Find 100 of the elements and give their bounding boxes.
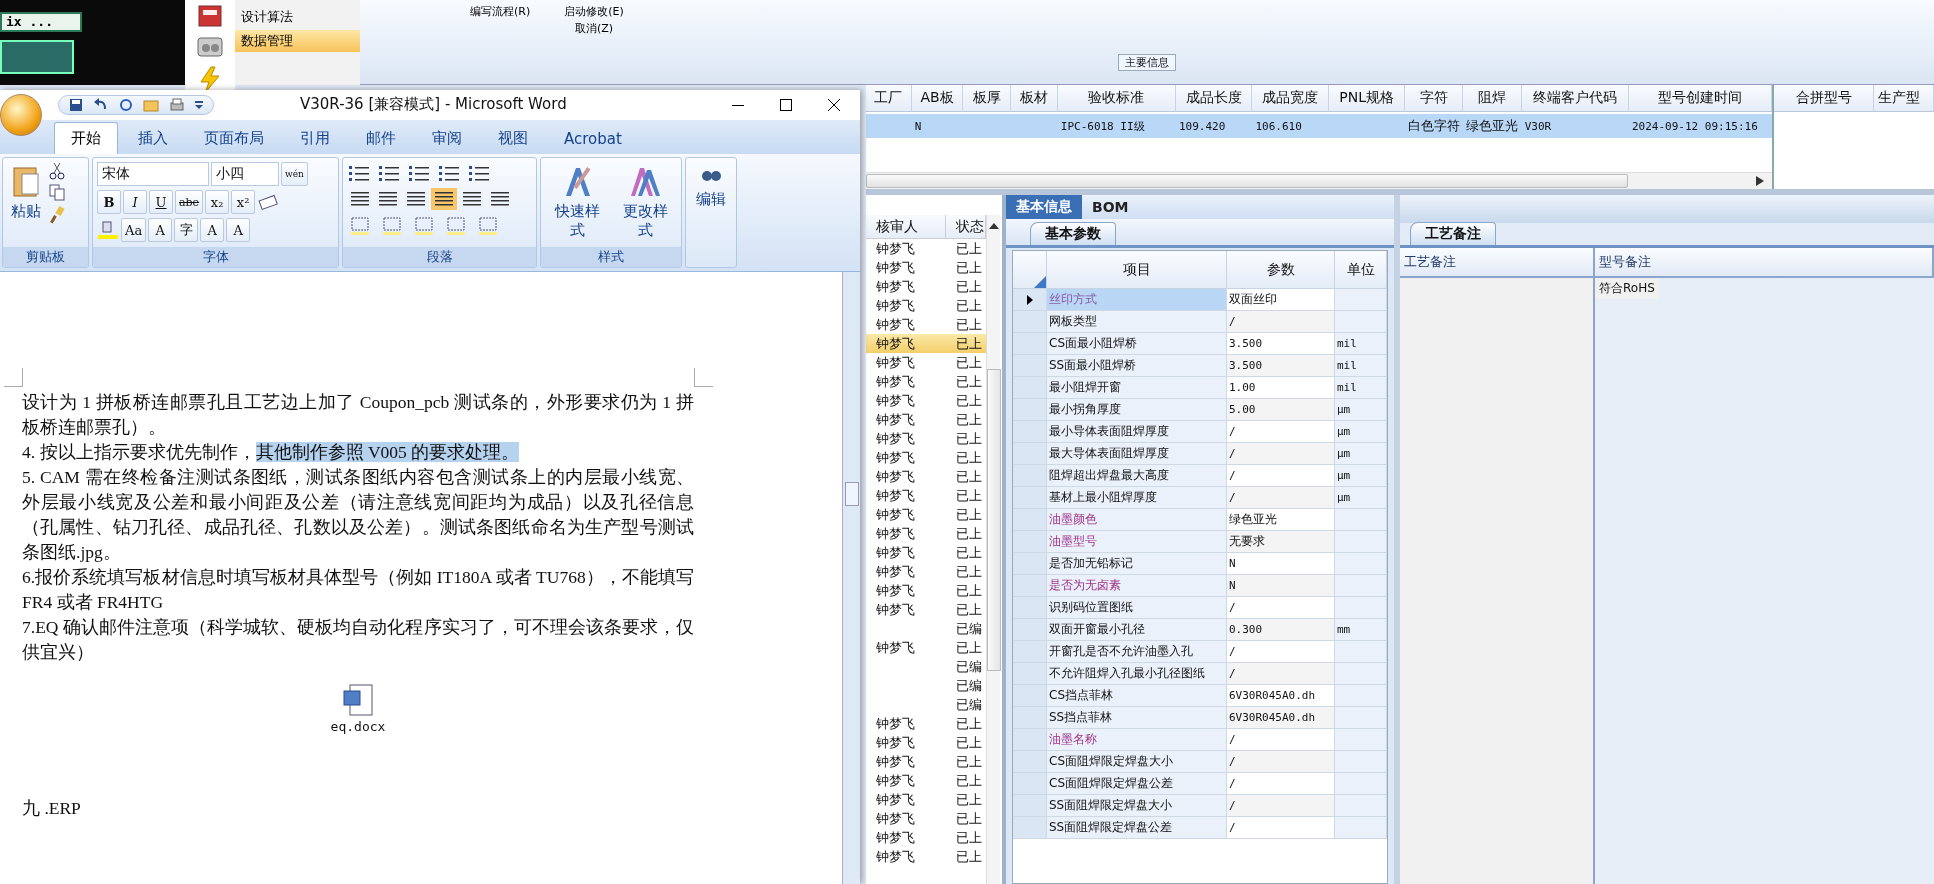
format-button[interactable]: x² [231, 190, 256, 214]
save-icon[interactable] [69, 98, 83, 112]
phonetic-button[interactable]: wén [281, 162, 308, 186]
justify-icon[interactable] [431, 188, 457, 210]
tab[interactable]: 基本参数 [1030, 222, 1116, 245]
group-label: 样式 [541, 247, 681, 267]
column-header[interactable]: 生产型 [1874, 85, 1934, 112]
close-icon[interactable] [828, 99, 840, 111]
parameter-value[interactable]: / [1227, 443, 1335, 465]
parameter-value[interactable]: 5.00 [1227, 399, 1335, 421]
parameter-value[interactable]: / [1227, 751, 1335, 773]
parameter-name: 最小拐角厚度 [1047, 399, 1227, 421]
column-header[interactable]: 字符 [1405, 85, 1464, 112]
scrollbar-thumb[interactable] [986, 369, 1001, 671]
brush-icon[interactable] [49, 206, 65, 224]
copy-icon[interactable] [49, 184, 65, 202]
column-header[interactable]: 板厚 [963, 85, 1012, 112]
font-name-field[interactable]: 宋体 [97, 162, 209, 186]
table-cell: 已上 [956, 277, 982, 296]
row-header[interactable] [1013, 289, 1047, 311]
column-header[interactable]: 成品宽度 [1252, 85, 1329, 112]
parameter-name: SS挡点菲林 [1047, 707, 1227, 729]
tab[interactable]: BOM [1082, 195, 1139, 219]
parameter-value[interactable]: 0.300 [1227, 619, 1335, 641]
format-button[interactable]: A [200, 218, 225, 242]
format-button[interactable]: U [149, 190, 173, 214]
folder-icon[interactable] [143, 98, 159, 112]
note-cell[interactable] [1400, 278, 1595, 884]
toolbar-button[interactable]: 取消(Z) [564, 21, 624, 36]
document-icon[interactable] [342, 683, 374, 717]
maximize-icon[interactable] [780, 99, 792, 111]
column-header[interactable]: 参数 [1227, 251, 1335, 289]
column-header[interactable]: 工厂 [866, 85, 912, 112]
ribbon-tab[interactable]: 开始 [54, 122, 118, 154]
parameter-name: 识别码位置图纸 [1047, 597, 1227, 619]
column-header[interactable]: 核审人 [866, 215, 946, 238]
column-header[interactable]: AB板 [911, 85, 964, 112]
column-header[interactable]: 验收标准 [1057, 85, 1176, 112]
change-style-button[interactable]: 更改样式 [613, 162, 677, 243]
scroll-right-icon[interactable] [1756, 176, 1764, 186]
unit-cell [1335, 311, 1387, 333]
undo-icon[interactable] [93, 98, 109, 112]
tab[interactable]: 基本信息 [1006, 195, 1082, 219]
parameter-value[interactable]: N [1227, 575, 1335, 597]
parameter-name: 最大导体表面阻焊厚度 [1047, 443, 1227, 465]
parameter-value[interactable]: 6V30R045A0.dh [1227, 707, 1335, 729]
table-cell: 钟梦飞 [876, 714, 915, 733]
format-button[interactable]: A [226, 218, 251, 242]
dropdown-icon[interactable] [195, 101, 203, 109]
parameter-value[interactable]: / [1227, 487, 1335, 509]
table-cell: 钟梦飞 [876, 448, 915, 467]
parameter-name: SS面阻焊限定焊盘公差 [1047, 817, 1227, 839]
format-button[interactable]: I [123, 190, 147, 214]
format-button[interactable]: abe [175, 190, 204, 214]
ribbon-tab[interactable]: Acrobat [548, 124, 638, 154]
nav-item[interactable]: 数据管理 [235, 30, 360, 52]
scrollbar-thumb[interactable] [844, 482, 859, 506]
group-label: 剪贴板 [3, 247, 88, 267]
scissors-icon[interactable] [49, 162, 65, 180]
print-icon[interactable] [169, 98, 185, 112]
unit-cell [1335, 289, 1387, 311]
parameter-value[interactable]: / [1227, 663, 1335, 685]
format-button[interactable]: B [97, 190, 121, 214]
column-header[interactable]: PNL规格 [1328, 85, 1406, 112]
parameter-value[interactable]: 3.500 [1227, 355, 1335, 377]
format-button[interactable]: x₂ [205, 190, 230, 214]
table-cell: 已上 [956, 638, 982, 657]
scrollbar-thumb[interactable] [866, 174, 1628, 188]
column-header[interactable]: 阻焊 [1463, 85, 1522, 112]
ribbon-tab[interactable]: 视图 [482, 123, 544, 154]
ribbon-tab[interactable]: 邮件 [350, 123, 412, 154]
toolbar-button[interactable]: 启动修改(E) [564, 4, 624, 19]
tab[interactable]: 工艺备注 [1410, 222, 1496, 245]
column-header[interactable]: 项目 [1047, 251, 1227, 289]
ribbon-tab[interactable]: 插入 [122, 123, 184, 154]
table-row[interactable]: N IPC-6018 II级 109.420 106.610 白色字符 绿色亚光 V30R 2024-09-12 09:15:16 [866, 114, 1772, 138]
toolbar-button[interactable]: 编写流程(R) [470, 4, 531, 56]
format-button[interactable]: A [148, 218, 173, 242]
paste-button[interactable]: 粘贴 [7, 162, 45, 243]
table-cell: 已上 [956, 315, 982, 334]
nav-item[interactable]: 设计算法 [235, 6, 360, 28]
parameter-value[interactable]: / [1227, 311, 1335, 333]
scroll-up-icon[interactable] [988, 223, 999, 229]
column-header[interactable]: 型号创建时间 [1628, 85, 1772, 112]
unit-cell [1335, 663, 1387, 685]
column-header[interactable]: 合拼型号 [1774, 85, 1874, 112]
ribbon-tab[interactable]: 页面布局 [188, 123, 280, 154]
column-header[interactable]: 板材 [1011, 85, 1058, 112]
column-header[interactable]: 成品长度 [1175, 85, 1253, 112]
quick-style-button[interactable]: 快速样式 [545, 162, 609, 243]
format-button[interactable]: Aa [121, 218, 147, 242]
ribbon-tab[interactable]: 审阅 [416, 123, 478, 154]
parameter-value[interactable]: 无要求 [1227, 531, 1335, 553]
column-header[interactable]: 单位 [1335, 251, 1387, 289]
font-size-field[interactable]: 小四 [211, 162, 279, 186]
format-button[interactable]: 字 [174, 218, 199, 242]
highlighter-icon[interactable] [97, 220, 119, 240]
ribbon-tab[interactable]: 引用 [284, 123, 346, 154]
column-header[interactable]: 终端客户代码 [1521, 85, 1629, 112]
parameter-value[interactable]: / [1227, 795, 1335, 817]
